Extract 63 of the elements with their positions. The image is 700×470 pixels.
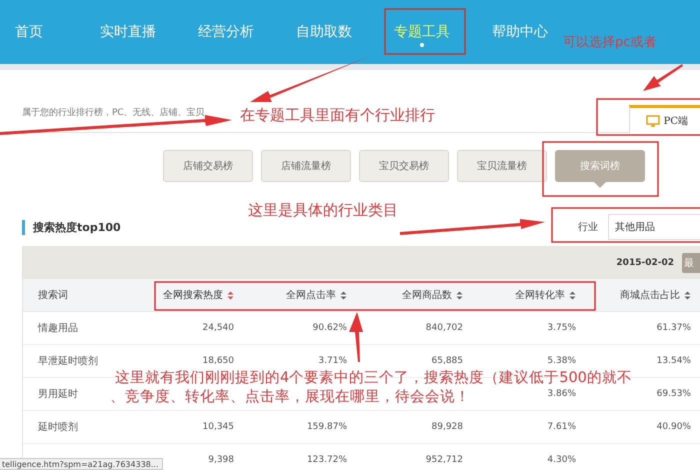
- nav-item[interactable]: 专题工具: [384, 15, 460, 49]
- sort-icon[interactable]: [340, 290, 347, 300]
- nav-item[interactable]: 经营分析: [188, 15, 264, 49]
- table-cell: 3.71%: [318, 356, 347, 366]
- date-button[interactable]: 最: [682, 252, 700, 272]
- table-cell: 5.38%: [547, 356, 576, 366]
- column-header[interactable]: 全网搜索热度: [163, 288, 223, 302]
- column-header: 搜索词: [38, 288, 68, 302]
- keyword-cell-text: 男用延时: [38, 388, 78, 401]
- sort-icon[interactable]: [569, 290, 576, 300]
- status-url: telligence.htm?spm=a21ag.7634338...: [0, 458, 163, 470]
- table-cell: 89,928: [432, 422, 463, 432]
- rank-tab[interactable]: 宝贝交易榜: [359, 150, 449, 182]
- table-cell: 3.86%: [547, 389, 576, 399]
- sort-icon[interactable]: [227, 290, 234, 300]
- column-header[interactable]: 全网点击率: [286, 288, 336, 302]
- date-label: 2015-02-02: [616, 258, 674, 268]
- nav-item[interactable]: 帮助中心: [482, 15, 558, 49]
- nav-item[interactable]: 首页: [5, 15, 68, 49]
- annotation-text: 、竞争度、转化率、点击率，展现在哪里，待会会说！: [110, 390, 470, 404]
- monitor-icon: [646, 114, 660, 126]
- nav-item[interactable]: 实时直播: [90, 15, 166, 49]
- table-cell: 7.61%: [547, 422, 576, 432]
- table-cell: 65,885: [432, 356, 463, 366]
- table-cell: 24,540: [202, 323, 234, 333]
- table-cell: 159.87%: [306, 422, 347, 432]
- table-cell: 9,398: [208, 455, 234, 465]
- annotation-text: 这里就有我们刚刚提到的4个要素中的三个了，搜索热度（建议低于500的就不: [115, 371, 632, 386]
- keyword-cell-text: 早泄延时喷剂: [38, 354, 98, 368]
- keyword-cell-text: 情趣用品: [38, 322, 78, 335]
- rank-tab[interactable]: 店铺交易榜: [163, 150, 253, 182]
- rank-tab[interactable]: 店铺流量榜: [261, 150, 351, 182]
- rank-tab[interactable]: 宝贝流量榜: [457, 150, 547, 182]
- table-cell: 40.90%: [656, 422, 691, 432]
- table-cell: 123.72%: [306, 455, 347, 465]
- arrow: [643, 64, 683, 91]
- section-title: 搜索热度top100: [22, 220, 121, 234]
- column-header[interactable]: 全网商品数: [402, 288, 452, 302]
- table-cell: 69.53%: [656, 389, 691, 399]
- table-cell: 3.75%: [547, 323, 576, 333]
- column-header[interactable]: 商城点击占比: [620, 288, 680, 302]
- annotation-text: 这里是具体的行业类目: [248, 203, 398, 218]
- table-cell: 13.54%: [656, 356, 691, 366]
- sort-icon[interactable]: [456, 290, 463, 300]
- nav-item[interactable]: 自助取数: [286, 15, 362, 49]
- table-cell: 4.30%: [547, 455, 576, 465]
- arrow: [349, 312, 363, 362]
- intro-text: 属于您的行业排行榜，PC、无线、店铺、宝贝: [22, 109, 205, 118]
- industry-label: 行业: [577, 220, 599, 234]
- table-cell: 61.37%: [656, 323, 691, 333]
- table-cell: 18,650: [202, 356, 234, 366]
- annotation-text: 可以选择pc或者: [563, 36, 656, 49]
- table-cell: 10,345: [202, 422, 234, 432]
- keyword-cell-text: 延时喷剂: [38, 420, 78, 434]
- pointer-icon: [594, 182, 606, 188]
- table-cell: 90.62%: [312, 323, 347, 333]
- pc-tab[interactable]: PC端: [628, 105, 700, 133]
- industry-field[interactable]: 其他用品: [608, 214, 700, 240]
- annotation-text: 在专题工具里面有个行业排行: [240, 108, 435, 123]
- sort-icon[interactable]: [684, 290, 691, 300]
- table-cell: 952,712: [426, 455, 463, 465]
- table-cell: 840,702: [426, 323, 463, 333]
- column-header[interactable]: 全网转化率: [515, 288, 565, 302]
